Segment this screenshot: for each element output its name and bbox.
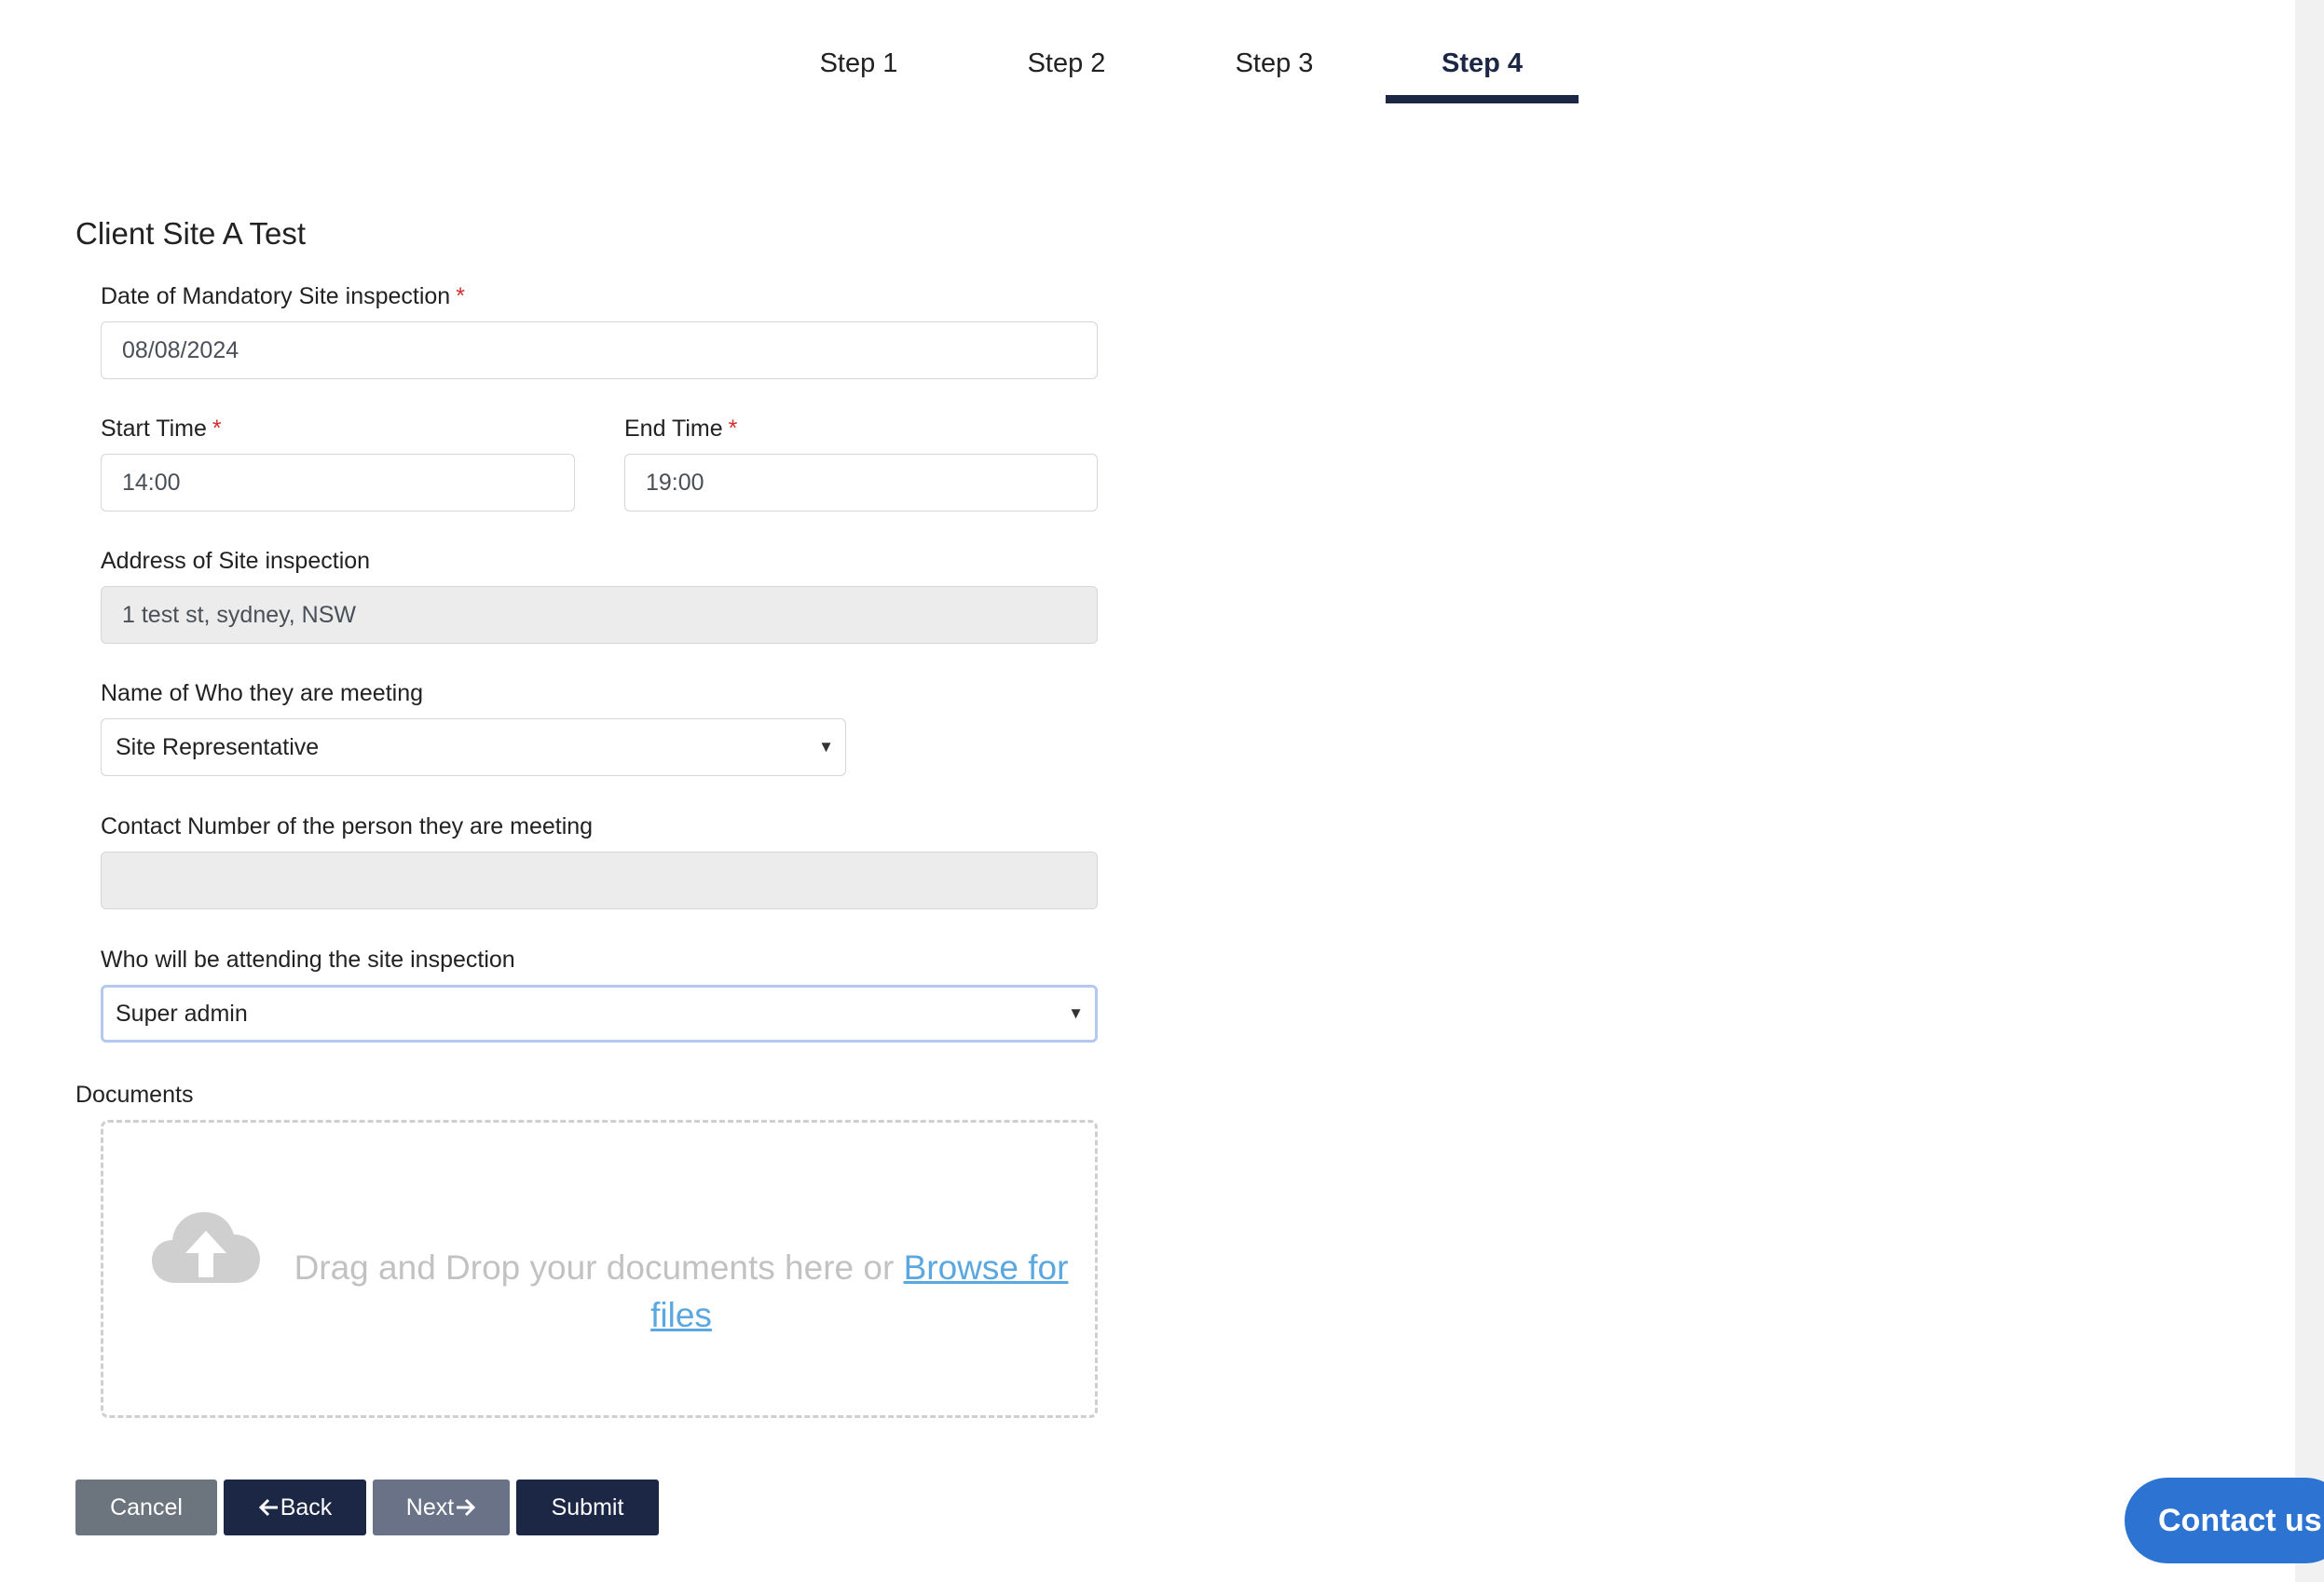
attendee-label: Who will be attending the site inspectio… bbox=[101, 947, 515, 973]
end-time-label: End Time * bbox=[624, 416, 737, 443]
page-scrollbar[interactable] bbox=[2295, 0, 2324, 1582]
start-time-label: Start Time * bbox=[101, 416, 222, 443]
next-button[interactable]: Next bbox=[373, 1480, 510, 1535]
date-label-text: Date of Mandatory Site inspection bbox=[101, 283, 451, 309]
arrow-right-icon bbox=[457, 1498, 476, 1517]
tab-step-2[interactable]: Step 2 bbox=[963, 37, 1170, 106]
required-marker: * bbox=[212, 416, 222, 442]
contact-us-button[interactable]: Contact us bbox=[2125, 1478, 2324, 1563]
contact-number-field bbox=[101, 852, 1098, 909]
end-time-input[interactable]: 19:00 bbox=[624, 454, 1098, 511]
tab-step-3[interactable]: Step 3 bbox=[1170, 37, 1378, 106]
date-label: Date of Mandatory Site inspection * bbox=[101, 283, 465, 310]
cloud-upload-icon bbox=[152, 1212, 260, 1283]
back-button[interactable]: Back bbox=[224, 1480, 366, 1535]
document-dropzone[interactable]: Drag and Drop your documents here or Bro… bbox=[101, 1120, 1098, 1418]
address-field: 1 test st, sydney, NSW bbox=[101, 586, 1098, 644]
section-title: Client Site A Test bbox=[75, 216, 307, 251]
meeting-name-value: Site Representative bbox=[116, 734, 320, 760]
documents-label: Documents bbox=[75, 1082, 194, 1108]
tab-step-4[interactable]: Step 4 bbox=[1378, 37, 1586, 106]
back-button-label: Back bbox=[280, 1493, 333, 1521]
contact-number-label: Contact Number of the person they are me… bbox=[101, 813, 594, 839]
submit-button[interactable]: Submit bbox=[516, 1480, 659, 1535]
caret-down-icon: ▼ bbox=[1068, 1004, 1084, 1022]
cancel-button[interactable]: Cancel bbox=[75, 1480, 217, 1535]
dropzone-instructions: Drag and Drop your documents here or bbox=[294, 1248, 904, 1287]
start-time-label-text: Start Time bbox=[101, 416, 207, 442]
caret-down-icon: ▼ bbox=[818, 738, 834, 756]
meeting-name-label: Name of Who they are meeting bbox=[101, 680, 423, 706]
tab-step-1[interactable]: Step 1 bbox=[755, 37, 963, 106]
end-time-label-text: End Time bbox=[624, 416, 723, 442]
meeting-name-select[interactable]: Site Representative ▼ bbox=[101, 718, 846, 776]
date-input[interactable]: 08/08/2024 bbox=[101, 321, 1098, 379]
start-time-input[interactable]: 14:00 bbox=[101, 454, 575, 511]
arrow-left-icon bbox=[258, 1498, 278, 1517]
attendee-select[interactable]: Super admin ▼ bbox=[101, 985, 1098, 1043]
step-tabs: Step 1 Step 2 Step 3 Step 4 bbox=[755, 37, 1586, 106]
dropzone-text: Drag and Drop your documents here or Bro… bbox=[280, 1244, 1082, 1339]
next-button-label: Next bbox=[405, 1493, 455, 1521]
required-marker: * bbox=[728, 416, 738, 442]
attendee-value: Super admin bbox=[116, 1001, 248, 1027]
required-marker: * bbox=[456, 283, 465, 309]
address-label: Address of Site inspection bbox=[101, 548, 371, 574]
